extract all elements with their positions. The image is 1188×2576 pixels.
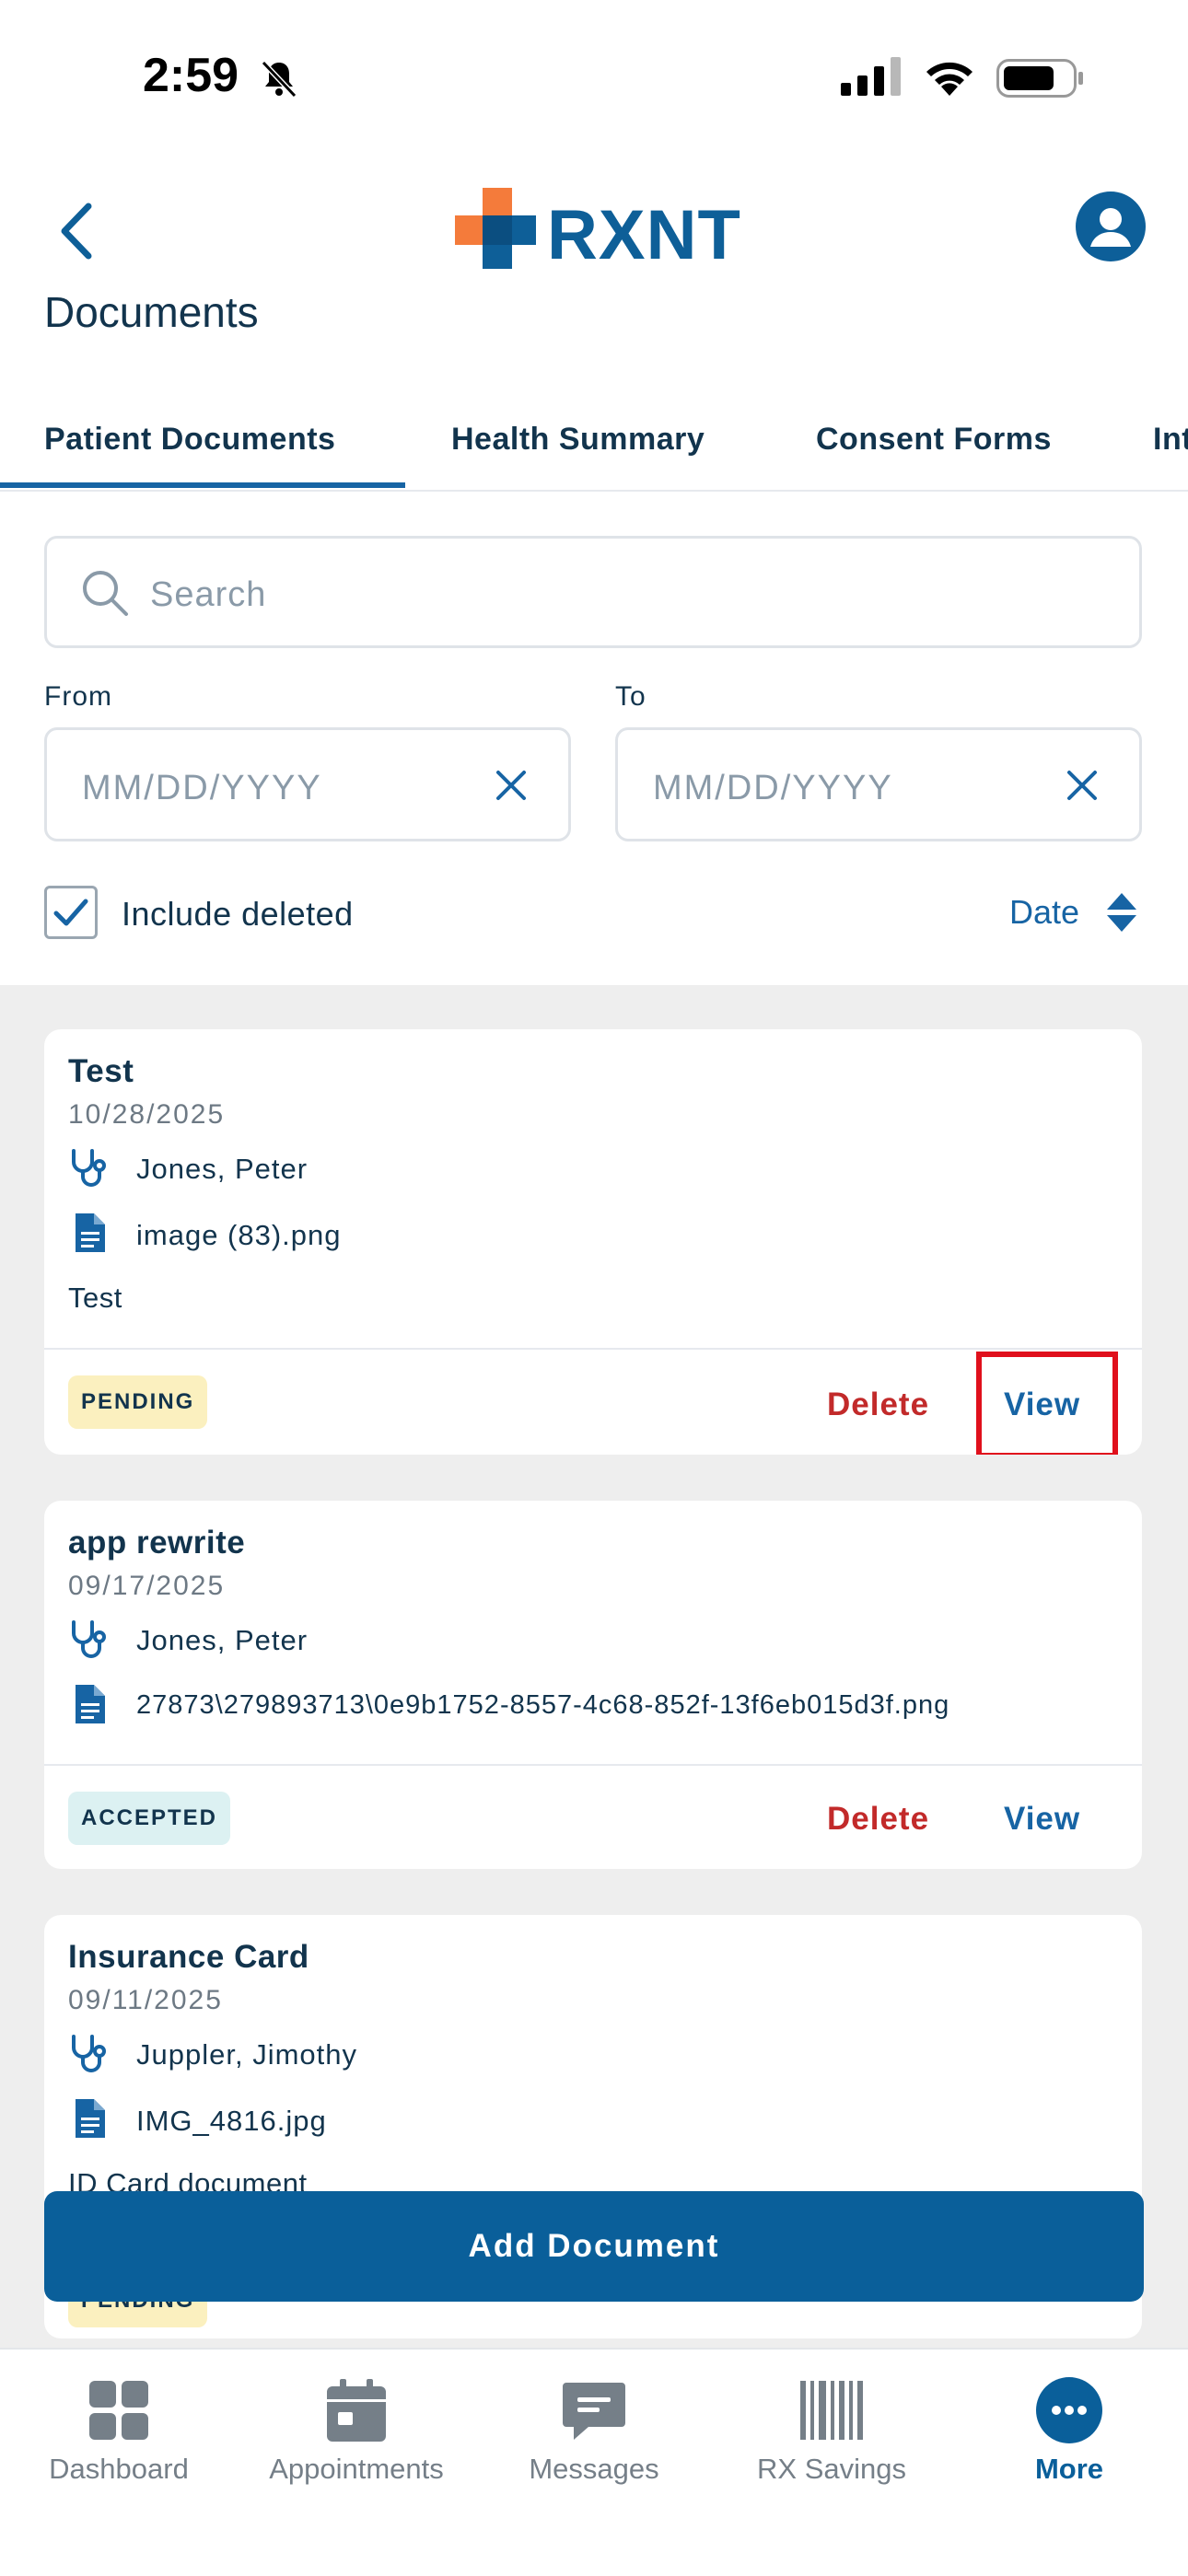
app-header: RXNT bbox=[0, 175, 1188, 295]
document-date: 10/28/2025 bbox=[68, 1099, 226, 1130]
include-deleted-checkbox[interactable] bbox=[44, 886, 98, 939]
dashboard-icon bbox=[89, 2381, 148, 2440]
file-icon bbox=[76, 1685, 105, 1723]
rxnt-cross-icon bbox=[455, 188, 536, 269]
provider-name: Jones, Peter bbox=[136, 1153, 309, 1185]
tab-patient-documents[interactable]: Patient Documents bbox=[44, 422, 335, 458]
file-name[interactable]: IMG_4816.jpg bbox=[136, 2105, 327, 2138]
status-badge: PENDING bbox=[68, 1375, 208, 1429]
stethoscope-icon bbox=[72, 1149, 106, 1187]
document-tabs: Patient Documents Health Summary Consent… bbox=[0, 387, 1188, 492]
include-deleted-label[interactable]: Include deleted bbox=[122, 895, 354, 934]
document-title: Insurance Card bbox=[68, 1939, 309, 1975]
tab-health-summary[interactable]: Health Summary bbox=[451, 422, 705, 458]
search-input[interactable]: Search bbox=[44, 536, 1142, 648]
sort-label[interactable]: Date bbox=[1009, 893, 1079, 932]
document-card: Test 10/28/2025 Jones, Peter image (83).… bbox=[44, 1029, 1142, 1455]
page-title: Documents bbox=[44, 288, 259, 336]
bottom-nav: Dashboard Appointments Messages RX Savin… bbox=[0, 2348, 1188, 2576]
barcode-icon bbox=[800, 2381, 863, 2440]
sort-icon[interactable] bbox=[1103, 889, 1140, 935]
card-divider bbox=[44, 1348, 1142, 1350]
cellular-signal-icon bbox=[841, 57, 901, 96]
search-icon bbox=[83, 571, 128, 616]
status-bar: 2:59 bbox=[0, 0, 1188, 157]
to-date-placeholder: MM/DD/YYYY bbox=[653, 769, 893, 807]
from-date-field[interactable]: MM/DD/YYYY bbox=[44, 727, 571, 841]
card-divider bbox=[44, 1764, 1142, 1766]
back-chevron-icon[interactable] bbox=[52, 199, 107, 263]
document-title: app rewrite bbox=[68, 1525, 246, 1561]
battery-icon bbox=[996, 59, 1083, 98]
status-time: 2:59 bbox=[143, 49, 239, 102]
provider-name: Juppler, Jimothy bbox=[136, 2038, 357, 2071]
delete-button[interactable]: Delete bbox=[827, 1801, 929, 1838]
clear-to-date-icon[interactable] bbox=[1062, 765, 1102, 806]
tab-consent-forms[interactable]: Consent Forms bbox=[816, 422, 1052, 458]
logo-text: RXNT bbox=[547, 196, 741, 274]
document-list: Test 10/28/2025 Jones, Peter image (83).… bbox=[0, 985, 1188, 2348]
active-tab-indicator bbox=[0, 482, 405, 488]
document-note: Test bbox=[68, 1282, 122, 1314]
more-icon bbox=[1036, 2377, 1102, 2443]
nav-messages-label: Messages bbox=[529, 2453, 659, 2485]
provider-name: Jones, Peter bbox=[136, 1624, 309, 1656]
checkmark-icon bbox=[53, 899, 88, 926]
document-card: app rewrite 09/17/2025 Jones, Peter 2787… bbox=[44, 1501, 1142, 1869]
file-icon bbox=[76, 2099, 105, 2138]
search-placeholder: Search bbox=[150, 575, 267, 614]
document-date: 09/11/2025 bbox=[68, 1985, 223, 2015]
add-document-button[interactable]: Add Document bbox=[44, 2191, 1144, 2302]
file-icon bbox=[76, 1213, 105, 1252]
nav-dashboard-label: Dashboard bbox=[49, 2453, 189, 2485]
clear-from-date-icon[interactable] bbox=[491, 765, 531, 806]
stethoscope-icon bbox=[72, 1620, 106, 1658]
to-label: To bbox=[615, 681, 646, 712]
stethoscope-icon bbox=[72, 2035, 106, 2072]
document-title: Test bbox=[68, 1053, 134, 1089]
file-name[interactable]: image (83).png bbox=[136, 1219, 342, 1252]
calendar-icon bbox=[327, 2379, 386, 2442]
nav-rx-savings-label: RX Savings bbox=[757, 2453, 906, 2485]
delete-button[interactable]: Delete bbox=[827, 1387, 929, 1423]
message-icon bbox=[563, 2383, 625, 2440]
nav-appointments-label: Appointments bbox=[269, 2453, 444, 2485]
view-button[interactable]: View bbox=[1004, 1801, 1080, 1838]
view-highlight-box bbox=[976, 1352, 1118, 1455]
tab-int[interactable]: Int bbox=[1153, 422, 1188, 458]
from-label: From bbox=[44, 681, 112, 712]
to-date-field[interactable]: MM/DD/YYYY bbox=[615, 727, 1142, 841]
profile-avatar-icon[interactable] bbox=[1076, 191, 1146, 261]
bell-muted-icon bbox=[261, 60, 297, 99]
file-name[interactable]: 27873\279893713\0e9b1752-8557-4c68-852f-… bbox=[136, 1690, 949, 1721]
wifi-icon bbox=[926, 62, 973, 96]
from-date-placeholder: MM/DD/YYYY bbox=[82, 769, 322, 807]
document-date: 09/17/2025 bbox=[68, 1571, 226, 1601]
status-badge: ACCEPTED bbox=[68, 1792, 231, 1845]
nav-more-label: More bbox=[1034, 2453, 1104, 2485]
